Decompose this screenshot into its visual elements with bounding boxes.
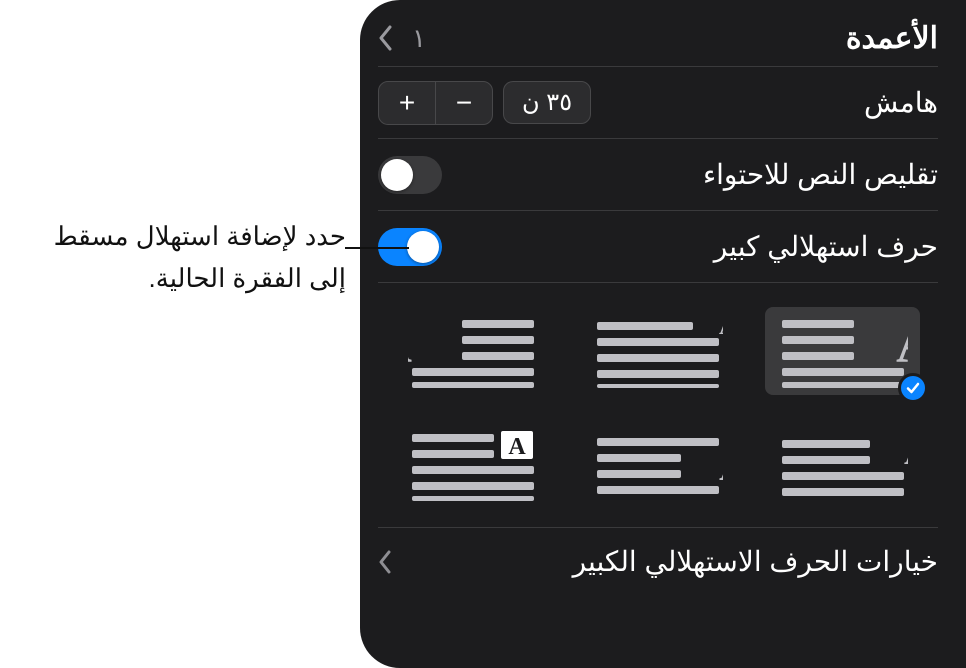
columns-title: الأعمدة xyxy=(846,21,938,56)
margin-value[interactable]: ٣٥ ن xyxy=(503,81,591,124)
stepper-divider xyxy=(435,82,436,124)
text-format-panel: الأعمدة ١ هامش ٣٥ ن − + xyxy=(360,0,966,668)
drop-cap-options-label: خيارات الحرف الاستهلالي الكبير xyxy=(573,545,938,578)
margin-stepper: − + xyxy=(378,81,493,125)
svg-text:A: A xyxy=(904,431,908,473)
callout-leader-line xyxy=(345,247,409,249)
svg-text:A: A xyxy=(896,313,908,375)
drop-cap-label: حرف استهلالي كبير xyxy=(714,230,938,263)
shrink-text-label: تقليص النص للاحتواء xyxy=(703,158,938,191)
chevron-left-icon[interactable] xyxy=(378,25,394,51)
margin-label: هامش xyxy=(864,86,938,119)
shrink-text-toggle[interactable] xyxy=(378,156,442,194)
margin-row: هامش ٣٥ ن − + xyxy=(378,66,938,138)
drop-cap-style-raised-left[interactable]: A xyxy=(396,307,551,395)
drop-cap-style-inline-baseline[interactable]: A xyxy=(581,421,736,509)
drop-cap-style-raised-center[interactable]: A xyxy=(581,307,736,395)
shrink-text-row: تقليص النص للاحتواء xyxy=(378,138,938,210)
drop-cap-options-row[interactable]: خيارات الحرف الاستهلالي الكبير xyxy=(378,527,938,595)
callout-text: حدد لإضافة استهلال مسقط إلى الفقرة الحال… xyxy=(16,216,346,299)
svg-text:A: A xyxy=(719,312,723,340)
drop-cap-style-boxed[interactable]: A xyxy=(396,421,551,509)
checkmark-icon xyxy=(898,373,928,403)
svg-text:A: A xyxy=(719,439,723,490)
columns-value: ١ xyxy=(412,23,426,54)
drop-cap-styles-section: A A xyxy=(378,282,938,527)
margin-increase-button[interactable]: + xyxy=(379,82,435,124)
drop-cap-row: حرف استهلالي كبير xyxy=(378,210,938,282)
columns-header-row[interactable]: الأعمدة ١ xyxy=(378,10,938,66)
margin-decrease-button[interactable]: − xyxy=(436,82,492,124)
drop-cap-style-inline-right[interactable]: A xyxy=(765,421,920,509)
svg-text:A: A xyxy=(408,313,413,375)
chevron-left-icon xyxy=(378,550,392,574)
drop-cap-style-raised-right[interactable]: A xyxy=(765,307,920,395)
svg-text:A: A xyxy=(509,434,527,460)
